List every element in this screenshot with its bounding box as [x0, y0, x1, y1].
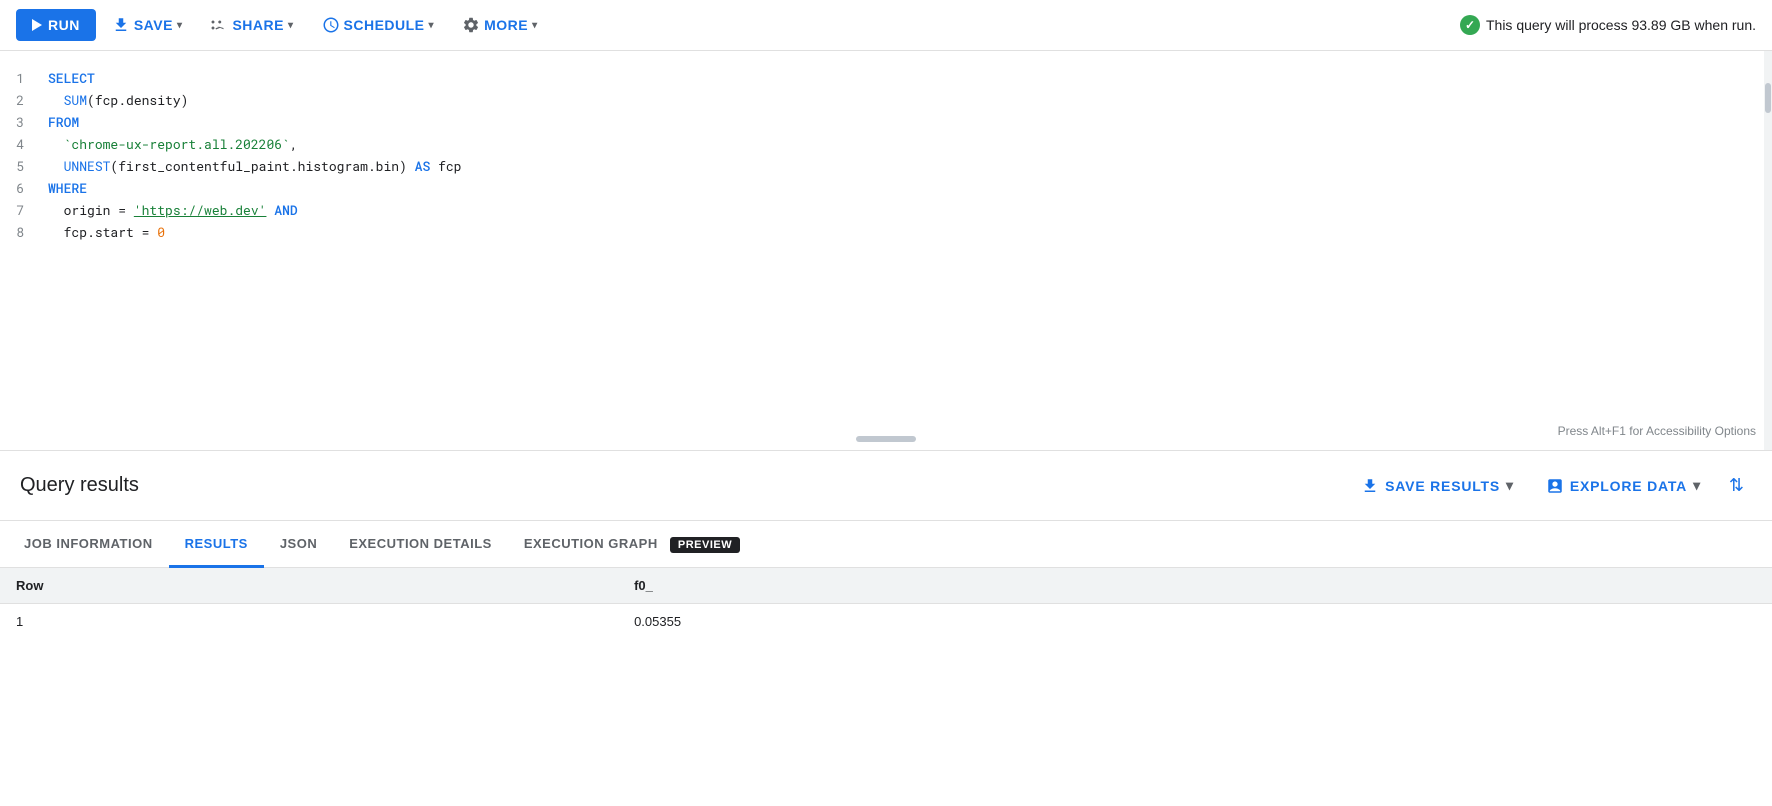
- code-line-3: FROM: [48, 111, 1764, 133]
- accessibility-hint: Press Alt+F1 for Accessibility Options: [1558, 424, 1756, 438]
- tab-job-information[interactable]: JOB INFORMATION: [8, 522, 169, 568]
- schedule-chevron-icon: ▾: [429, 20, 435, 31]
- save-button[interactable]: SAVE ▾: [100, 8, 195, 42]
- share-chevron-icon: ▾: [288, 20, 294, 31]
- explore-data-icon: [1546, 477, 1564, 495]
- run-button[interactable]: RUN: [16, 9, 96, 41]
- preview-badge: PREVIEW: [670, 537, 740, 553]
- code-line-2: SUM(fcp.density): [48, 89, 1764, 111]
- table-header-row: Row f0_: [0, 568, 1772, 604]
- save-results-label: SAVE RESULTS: [1385, 478, 1500, 494]
- code-line-1: SELECT: [48, 67, 1764, 89]
- scrollbar-thumb: [1765, 83, 1771, 113]
- gear-icon: [462, 16, 480, 34]
- table-row: 1 0.05355: [0, 604, 1772, 640]
- explore-data-chevron: ▾: [1693, 477, 1701, 494]
- horizontal-scrollbar[interactable]: [856, 436, 916, 442]
- share-icon: [210, 16, 228, 34]
- code-line-7: origin = 'https://web.dev' AND: [48, 199, 1764, 221]
- more-chevron-icon: ▾: [532, 20, 538, 31]
- results-title: Query results: [20, 474, 139, 497]
- results-tabs: JOB INFORMATION RESULTS JSON EXECUTION D…: [0, 521, 1772, 568]
- explore-data-label: EXPLORE DATA: [1570, 478, 1687, 494]
- col-row: Row: [0, 568, 618, 604]
- more-label: MORE: [484, 17, 528, 33]
- col-empty: [1439, 568, 1772, 604]
- col-f0: f0_: [618, 568, 1439, 604]
- save-results-button[interactable]: SAVE RESULTS ▾: [1349, 469, 1526, 503]
- line-numbers: 1 2 3 4 5 6 7 8: [0, 67, 40, 243]
- save-results-chevron: ▾: [1506, 477, 1514, 494]
- run-label: RUN: [48, 17, 80, 33]
- code-line-5: UNNEST(first_contentful_paint.histogram.…: [48, 155, 1764, 177]
- code-container: 1 2 3 4 5 6 7 8 SELECT SUM(fcp.density) …: [0, 51, 1772, 259]
- results-table: Row f0_ 1 0.05355: [0, 568, 1772, 639]
- query-info-text: This query will process 93.89 GB when ru…: [1486, 17, 1756, 33]
- tab-execution-graph[interactable]: EXECUTION GRAPH PREVIEW: [508, 522, 756, 568]
- check-icon: ✓: [1460, 15, 1480, 35]
- code-line-4: `chrome-ux-report.all.202206`,: [48, 133, 1764, 155]
- code-line-8: fcp.start = 0: [48, 221, 1764, 243]
- code-content[interactable]: SELECT SUM(fcp.density) FROM `chrome-ux-…: [40, 67, 1772, 243]
- editor-area[interactable]: 1 2 3 4 5 6 7 8 SELECT SUM(fcp.density) …: [0, 51, 1772, 451]
- cell-f0-1: 0.05355: [618, 604, 1439, 640]
- tab-json[interactable]: JSON: [264, 522, 333, 568]
- vertical-scrollbar[interactable]: [1764, 51, 1772, 450]
- cell-empty-1: [1439, 604, 1772, 640]
- results-actions: SAVE RESULTS ▾ EXPLORE DATA ▾ ⇅: [1349, 467, 1752, 504]
- tab-execution-details[interactable]: EXECUTION DETAILS: [333, 522, 508, 568]
- tab-results[interactable]: RESULTS: [169, 522, 264, 568]
- play-icon: [32, 19, 42, 31]
- share-button[interactable]: SHARE ▾: [198, 8, 305, 42]
- schedule-button[interactable]: SCHEDULE ▾: [310, 8, 447, 42]
- results-header: Query results SAVE RESULTS ▾ EXPLORE DAT…: [0, 451, 1772, 521]
- cell-row-1: 1: [0, 604, 618, 640]
- expand-icon: ⇅: [1729, 475, 1744, 495]
- save-icon: [112, 16, 130, 34]
- share-label: SHARE: [232, 17, 284, 33]
- expand-button[interactable]: ⇅: [1721, 467, 1752, 504]
- toolbar: RUN SAVE ▾ SHARE ▾ SCHEDULE ▾ MORE ▾ ✓ T…: [0, 0, 1772, 51]
- code-line-6: WHERE: [48, 177, 1764, 199]
- query-info: ✓ This query will process 93.89 GB when …: [1460, 15, 1756, 35]
- save-results-icon: [1361, 477, 1379, 495]
- save-chevron-icon: ▾: [177, 20, 183, 31]
- schedule-icon: [322, 16, 340, 34]
- more-button[interactable]: MORE ▾: [450, 8, 550, 42]
- save-label: SAVE: [134, 17, 173, 33]
- explore-data-button[interactable]: EXPLORE DATA ▾: [1534, 469, 1713, 503]
- schedule-label: SCHEDULE: [344, 17, 425, 33]
